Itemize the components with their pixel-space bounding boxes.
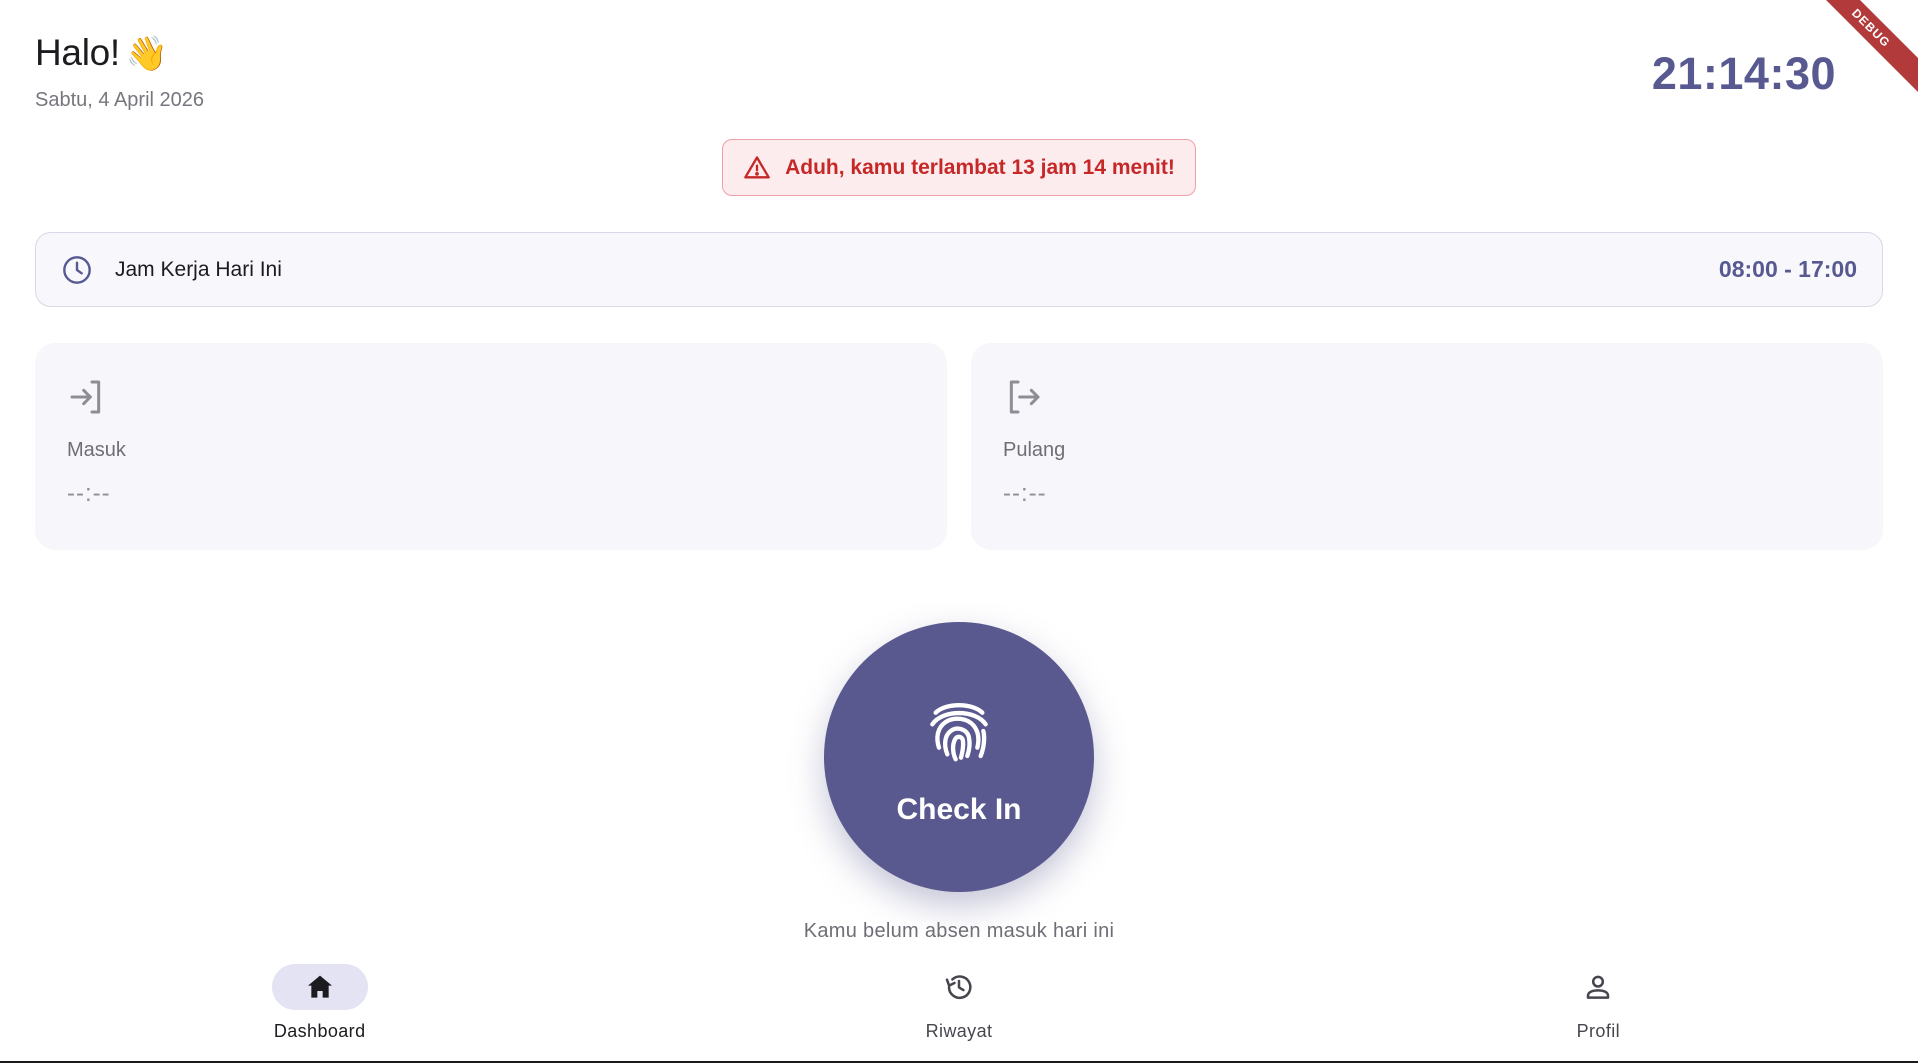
person-icon [1587, 975, 1610, 999]
check-in-card: Masuk --:-- [35, 343, 947, 550]
nav-label-profil: Profil [1576, 1021, 1621, 1041]
check-out-card: Pulang --:-- [971, 343, 1883, 550]
warning-triangle-icon [744, 155, 770, 178]
work-hours-value: 08:00 - 17:00 [1718, 256, 1857, 282]
late-alert: Aduh, kamu terlambat 13 jam 14 menit! [722, 139, 1196, 196]
nav-item-profil[interactable]: Profil [1279, 955, 1918, 1061]
live-clock: 21:14:30 [1651, 48, 1836, 99]
greeting-heading: Halo! 👋 [35, 32, 168, 74]
check-in-button[interactable]: Check In [824, 622, 1094, 892]
current-date: Sabtu, 4 April 2026 [35, 89, 205, 111]
work-hours-label: Jam Kerja Hari Ini [115, 257, 282, 281]
nav-icon-wrap-profil [1550, 964, 1646, 1010]
check-out-time: --:-- [1003, 480, 1047, 507]
check-out-label: Pulang [1003, 439, 1066, 461]
logout-icon [1009, 380, 1040, 414]
nav-icon-wrap-riwayat [911, 964, 1007, 1010]
clock-icon [63, 255, 91, 284]
attendance-status-hint: Kamu belum absen masuk hari ini [803, 920, 1115, 942]
nav-label-dashboard: Dashboard [273, 1021, 366, 1041]
alert-message: Aduh, kamu terlambat 13 jam 14 menit! [785, 155, 1175, 179]
check-in-button-label: Check In [896, 793, 1022, 826]
nav-item-dashboard[interactable]: Dashboard [0, 955, 639, 1061]
app-screen: Halo! 👋 Sabtu, 4 April 2026 21:14:30 DEBU… [0, 0, 1918, 1063]
check-in-label: Masuk [67, 439, 126, 461]
history-icon [945, 975, 972, 1000]
login-icon [70, 380, 101, 414]
nav-active-indicator [271, 964, 368, 1010]
check-in-time: --:-- [67, 480, 111, 507]
bottom-navigation: Dashboard Riwayat Profil [0, 955, 1918, 1061]
waving-hand-emoji: 👋 [125, 35, 168, 73]
work-hours-bar: Jam Kerja Hari Ini 08:00 - 17:00 [35, 232, 1883, 307]
fingerprint-icon [930, 703, 988, 762]
greeting-text: Halo! [35, 32, 120, 73]
nav-label-riwayat: Riwayat [925, 1021, 993, 1041]
nav-item-riwayat[interactable]: Riwayat [639, 955, 1278, 1061]
home-icon [307, 975, 332, 998]
